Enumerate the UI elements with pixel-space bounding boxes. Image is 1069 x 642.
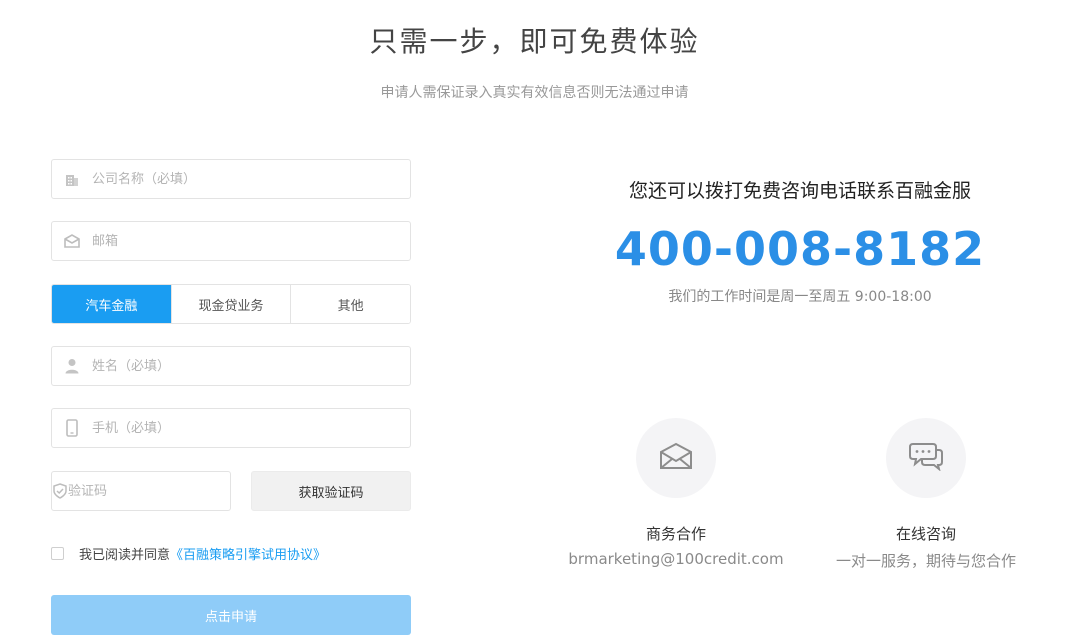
business-icon-circle bbox=[636, 418, 716, 498]
company-input[interactable] bbox=[92, 161, 410, 197]
tab-cash-loan[interactable]: 现金贷业务 bbox=[171, 285, 292, 323]
agreement-row: 我已阅读并同意 《百融策略引擎试用协议》 bbox=[51, 544, 326, 563]
mobile-icon bbox=[52, 409, 92, 447]
online-desc: 一对一服务，期待与您合作 bbox=[835, 552, 1016, 570]
online-icon-circle[interactable] bbox=[886, 418, 966, 498]
phone-field[interactable] bbox=[51, 408, 411, 448]
tab-auto-finance[interactable]: 汽车金融 bbox=[52, 285, 172, 323]
name-field[interactable] bbox=[51, 346, 411, 386]
code-field[interactable] bbox=[51, 471, 238, 511]
code-input[interactable] bbox=[68, 473, 238, 509]
agree-text: 我已阅读并同意 bbox=[79, 548, 171, 563]
business-email: brmarketing@100credit.com bbox=[568, 550, 784, 568]
agreement-link[interactable]: 《百融策略引擎试用协议》 bbox=[170, 544, 326, 563]
business-label: 商务合作 bbox=[645, 525, 706, 543]
business-type-tabs: 汽车金融 现金贷业务 其他 bbox=[51, 284, 411, 324]
envelope-icon bbox=[52, 222, 92, 260]
hotline-number: 400-008-8182 bbox=[614, 222, 986, 276]
company-field[interactable] bbox=[51, 159, 411, 199]
email-field[interactable] bbox=[51, 221, 411, 261]
mail-icon bbox=[659, 442, 693, 474]
submit-button[interactable]: 点击申请 bbox=[51, 595, 411, 635]
page-title: 只需一步，即可免费体验 bbox=[369, 25, 700, 58]
working-hours: 我们的工作时间是周一至周五 9:00-18:00 bbox=[668, 289, 932, 305]
agree-checkbox[interactable] bbox=[51, 547, 64, 560]
shield-icon bbox=[52, 472, 68, 510]
tab-other[interactable]: 其他 bbox=[291, 285, 410, 323]
building-icon bbox=[52, 160, 92, 198]
name-input[interactable] bbox=[92, 348, 410, 384]
online-label: 在线咨询 bbox=[895, 525, 956, 543]
email-input[interactable] bbox=[92, 223, 410, 259]
business-contact: 商务合作 brmarketing@100credit.com bbox=[546, 418, 806, 568]
user-icon bbox=[52, 347, 92, 385]
chat-icon bbox=[909, 441, 943, 475]
page-subtitle: 申请人需保证录入真实有效信息否则无法通过申请 bbox=[380, 85, 689, 101]
phone-input[interactable] bbox=[92, 410, 410, 446]
get-code-button[interactable]: 获取验证码 bbox=[251, 471, 411, 511]
online-contact: 在线咨询 一对一服务，期待与您合作 bbox=[796, 418, 1056, 571]
call-text: 您还可以拨打免费咨询电话联系百融金服 bbox=[628, 180, 971, 202]
